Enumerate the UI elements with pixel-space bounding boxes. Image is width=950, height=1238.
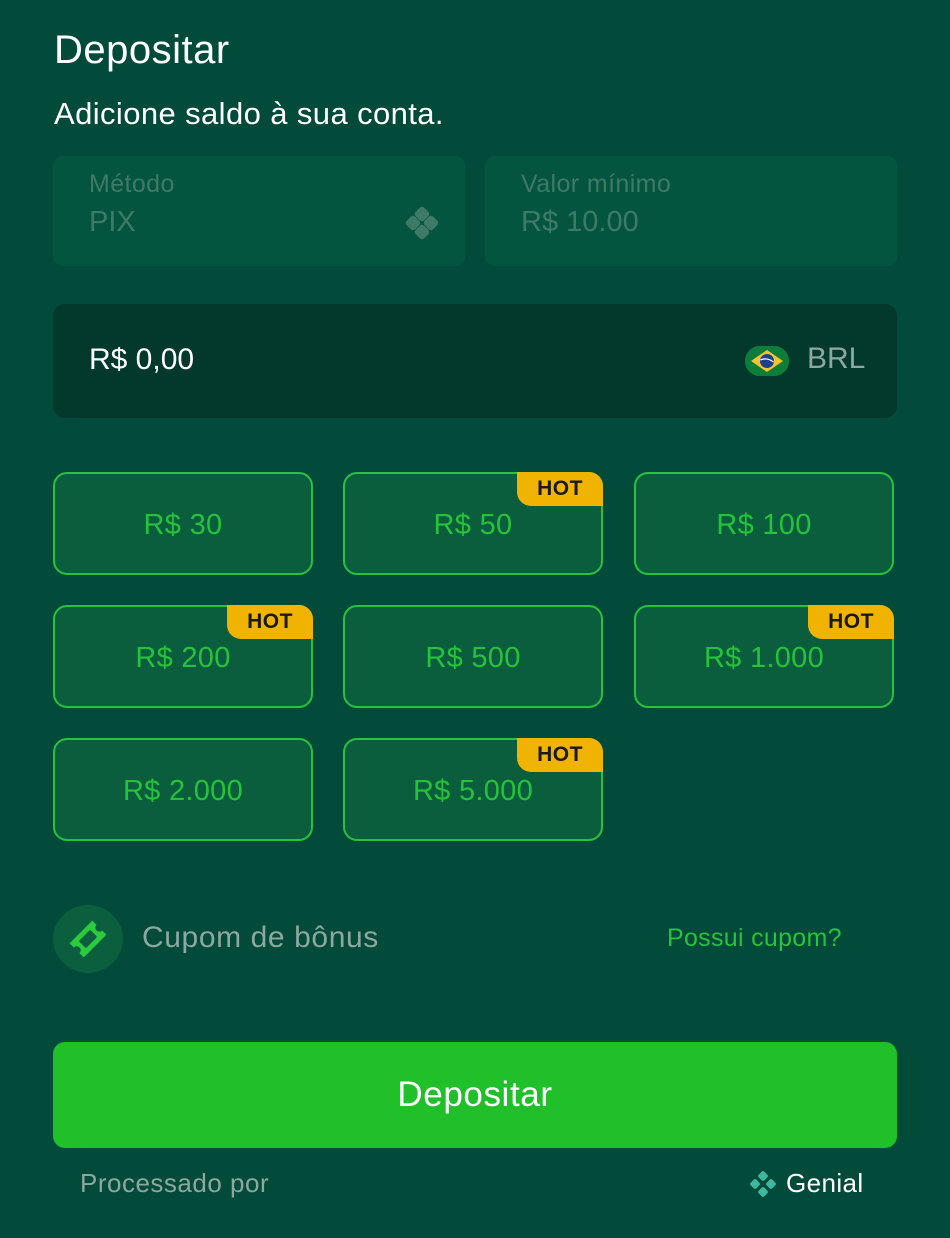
hot-badge: HOT (227, 605, 313, 639)
amount-option-label: R$ 2.000 (122, 775, 244, 807)
amount-option-30[interactable]: R$ 30 (53, 472, 313, 575)
method-field: Método PIX (53, 156, 465, 266)
pix-icon (405, 206, 439, 240)
amount-option-label: R$ 50 (433, 509, 513, 541)
amount-option-label: R$ 200 (135, 642, 231, 674)
amount-field[interactable]: BRL (53, 304, 897, 418)
amount-option-label: R$ 5.000 (412, 775, 534, 807)
amount-option-5000[interactable]: R$ 5.000 HOT (343, 738, 603, 841)
method-label: Método (89, 170, 175, 198)
provider-name: Genial (786, 1168, 864, 1198)
amount-option-1000[interactable]: R$ 1.000 HOT (634, 605, 894, 708)
genial-icon (750, 1171, 776, 1197)
deposit-button[interactable]: Depositar (53, 1042, 897, 1148)
min-value-field: Valor mínimo R$ 10.00 (485, 156, 897, 266)
min-value-label: Valor mínimo (521, 170, 672, 198)
page-title: Depositar (54, 28, 230, 72)
processed-by-label: Processado por (80, 1168, 270, 1198)
amount-option-100[interactable]: R$ 100 (634, 472, 894, 575)
amount-option-2000[interactable]: R$ 2.000 (53, 738, 313, 841)
method-value: PIX (89, 206, 136, 238)
amount-option-label: R$ 100 (716, 509, 812, 541)
amount-input[interactable] (89, 340, 649, 380)
amount-option-200[interactable]: R$ 200 HOT (53, 605, 313, 708)
coupon-label: Cupom de bônus (142, 921, 379, 954)
hot-badge: HOT (808, 605, 894, 639)
coupon-icon-wrap (53, 905, 123, 973)
amount-option-50[interactable]: R$ 50 HOT (343, 472, 603, 575)
brazil-flag-icon (745, 346, 789, 376)
amount-option-label: R$ 30 (143, 509, 223, 541)
page-subtitle: Adicione saldo à sua conta. (54, 96, 444, 131)
min-value-value: R$ 10.00 (521, 206, 639, 238)
hot-badge: HOT (517, 738, 603, 772)
have-coupon-link[interactable]: Possui cupom? (667, 924, 842, 953)
currency-label: BRL (807, 342, 866, 375)
amount-option-label: R$ 1.000 (703, 642, 825, 674)
ticket-icon (69, 920, 107, 958)
amount-option-label: R$ 500 (425, 642, 521, 674)
hot-badge: HOT (517, 472, 603, 506)
amount-option-500[interactable]: R$ 500 (343, 605, 603, 708)
